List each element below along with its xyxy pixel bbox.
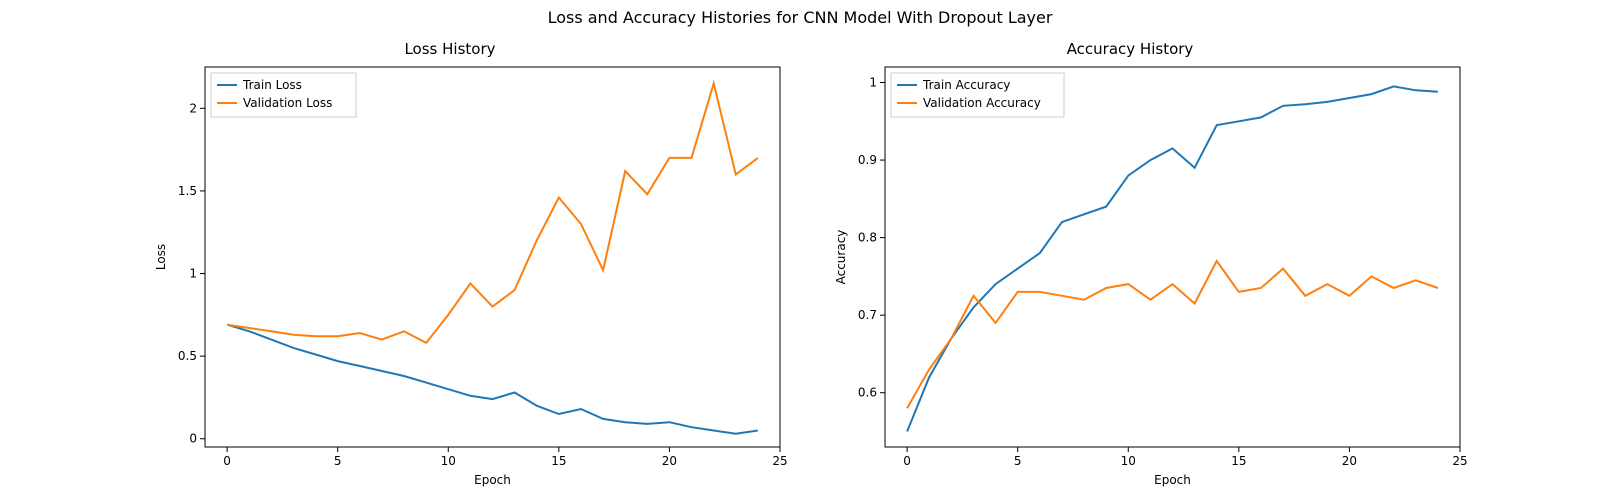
- series-line-0: [907, 86, 1438, 431]
- xtick-label: 5: [1014, 454, 1022, 468]
- ytick-label: 1: [189, 267, 197, 281]
- xtick-label: 20: [1342, 454, 1357, 468]
- xtick-label: 20: [662, 454, 677, 468]
- legend-label: Validation Loss: [243, 96, 332, 110]
- axes-loss: 0 5 10 15 20 25 0 0.5 1 1.5 2 Epoch Loss Train Loss Va…: [150, 62, 790, 492]
- axes-accuracy: 0 5 10 15 20 25 0.6 0.7 0.8 0.9 1 Epoch Accuracy Trai…: [830, 62, 1470, 492]
- xtick-label: 0: [903, 454, 911, 468]
- series-line-1: [907, 261, 1438, 408]
- ytick-label: 1: [869, 76, 877, 90]
- xlabel: Epoch: [474, 473, 511, 487]
- legend: Train Accuracy Validation Accuracy: [891, 73, 1064, 117]
- ytick-label: 0: [189, 432, 197, 446]
- legend-label: Train Loss: [242, 78, 302, 92]
- series-line-0: [227, 325, 758, 434]
- axes-title-accuracy: Accuracy History: [830, 40, 1430, 58]
- ytick-label: 0.5: [178, 349, 197, 363]
- subplot-loss: Loss History 0 5 10 15 20 25 0 0.5 1 1.5 2 Epoch Los…: [150, 40, 790, 492]
- ytick-label: 0.8: [858, 231, 877, 245]
- xtick-label: 25: [1452, 454, 1467, 468]
- xtick-label: 15: [551, 454, 566, 468]
- xtick-label: 15: [1231, 454, 1246, 468]
- axes-title-loss: Loss History: [150, 40, 750, 58]
- axes-frame: [205, 67, 780, 447]
- xtick-label: 10: [441, 454, 456, 468]
- axes-frame: [885, 67, 1460, 447]
- xtick-label: 5: [334, 454, 342, 468]
- xlabel: Epoch: [1154, 473, 1191, 487]
- ytick-label: 2: [189, 101, 197, 115]
- figure: Loss and Accuracy Histories for CNN Mode…: [0, 0, 1600, 500]
- ytick-label: 0.7: [858, 308, 877, 322]
- ytick-label: 0.9: [858, 153, 877, 167]
- legend-label: Validation Accuracy: [923, 96, 1041, 110]
- series-line-1: [227, 84, 758, 343]
- legend: Train Loss Validation Loss: [211, 73, 356, 117]
- xtick-label: 25: [772, 454, 787, 468]
- subplot-accuracy: Accuracy History 0 5 10 15 20 25 0.6 0.7 0.8 0.9 1…: [830, 40, 1470, 492]
- ylabel: Loss: [154, 244, 168, 270]
- figure-suptitle: Loss and Accuracy Histories for CNN Mode…: [0, 8, 1600, 27]
- xtick-label: 10: [1121, 454, 1136, 468]
- xtick-label: 0: [223, 454, 231, 468]
- ylabel: Accuracy: [834, 230, 848, 285]
- ytick-label: 1.5: [178, 184, 197, 198]
- ytick-label: 0.6: [858, 386, 877, 400]
- legend-label: Train Accuracy: [922, 78, 1010, 92]
